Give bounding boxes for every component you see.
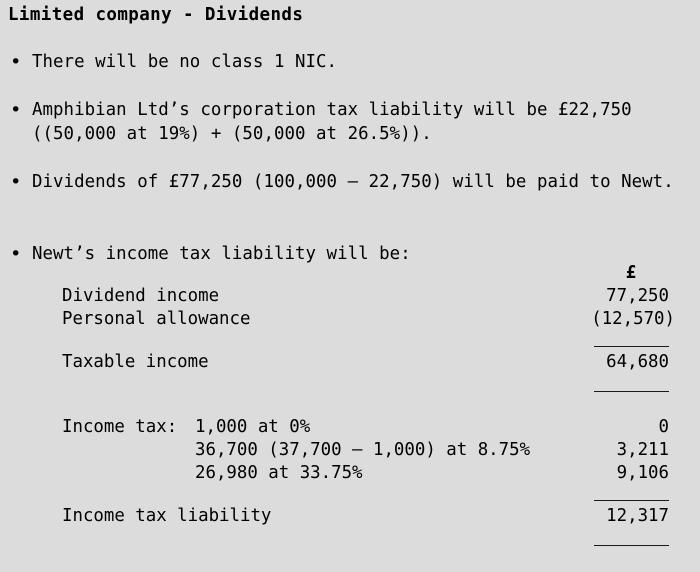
bullet-item-corporation-tax: • Amphibian Ltd’s corporation tax liabil… [8, 98, 696, 146]
final-rule-row [0, 542, 700, 550]
table-row: Personal allowance (12,570) [0, 308, 700, 331]
currency-header-row: £ [0, 262, 700, 285]
bullet-text-nic: There will be no class 1 NIC. [32, 52, 338, 72]
income-tax-computation: £ Dividend income 77,250 Personal allowa… [0, 262, 700, 550]
row-amount: 9,106 [616, 463, 669, 483]
bullet-point-icon: • [10, 171, 22, 193]
horizontal-rule [594, 545, 669, 546]
total-rule-row [0, 497, 700, 505]
row-detail: 1,000 at 0% [195, 417, 311, 437]
horizontal-rule [594, 391, 669, 392]
table-row: Income tax liability 12,317 [0, 505, 700, 528]
currency-symbol-header: £ [625, 263, 637, 283]
row-amount: 12,317 [606, 506, 669, 526]
table-row: Dividend income 77,250 [0, 285, 700, 308]
page-title: Limited company - Dividends [8, 5, 304, 25]
bullet-text-dividends-paid: Dividends of £77,250 (100,000 – 22,750) … [32, 172, 674, 192]
horizontal-rule [594, 500, 669, 501]
bullet-point-icon: • [10, 99, 22, 121]
bullet-item-dividends-paid: • Dividends of £77,250 (100,000 – 22,750… [8, 170, 696, 194]
bullet-point-icon: • [10, 51, 22, 73]
row-label: Personal allowance [62, 309, 251, 329]
closing-rule-row [0, 388, 700, 396]
bullet-item-nic: • There will be no class 1 NIC. [8, 50, 696, 74]
document-page: Limited company - Dividends • There will… [0, 0, 700, 572]
row-amount: 77,250 [606, 286, 669, 306]
table-row: Taxable income 64,680 [0, 351, 700, 374]
row-label: Taxable income [62, 352, 209, 372]
row-amount: (12,570) [591, 309, 675, 329]
table-row: 36,700 (37,700 – 1,000) at 8.75% 3,211 [0, 439, 700, 462]
row-label: Income tax liability [62, 506, 272, 526]
row-amount: 0 [658, 417, 669, 437]
horizontal-rule [594, 346, 669, 347]
row-label: Dividend income [62, 286, 220, 306]
row-amount: 64,680 [606, 352, 669, 372]
subtotal-rule-row [0, 343, 700, 351]
row-detail: 26,980 at 33.75% [195, 463, 363, 483]
table-row: Income tax: 1,000 at 0% 0 [0, 416, 700, 439]
table-row: 26,980 at 33.75% 9,106 [0, 462, 700, 485]
row-detail: 36,700 (37,700 – 1,000) at 8.75% [195, 440, 531, 460]
row-amount: 3,211 [616, 440, 669, 460]
row-label: Income tax: [62, 417, 178, 437]
bullet-text-corporation-tax: Amphibian Ltd’s corporation tax liabilit… [32, 100, 643, 144]
